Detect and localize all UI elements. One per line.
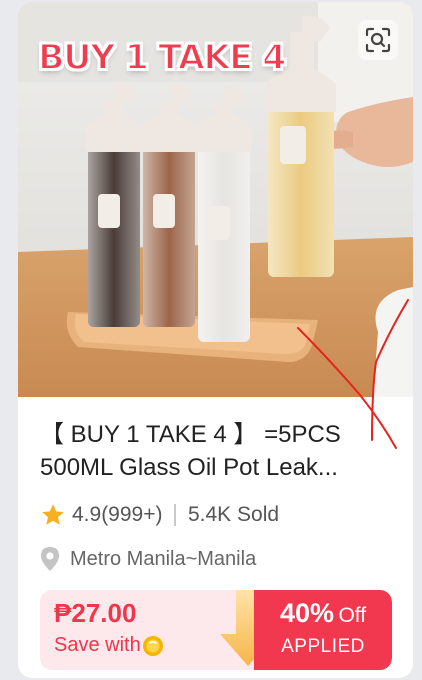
product-title-line-1: 【 BUY 1 TAKE 4 】 =5PCS — [40, 421, 341, 448]
price: ₱27.00 — [54, 598, 137, 628]
rating-divider — [174, 504, 176, 526]
discount-applied-label: APPLIED — [281, 636, 365, 657]
star-icon — [42, 504, 64, 525]
discount-line: 40% Off — [254, 598, 392, 629]
rating-value: 4.9(999+) — [72, 503, 163, 526]
location-row: Metro Manila~Manila — [40, 544, 256, 574]
location-pin-icon — [41, 547, 59, 571]
discount-percent: 40% — [279, 598, 334, 628]
discount-tag: 40% Off APPLIED — [254, 590, 392, 670]
product-image[interactable]: BUY 1 TAKE 4 — [18, 2, 413, 397]
product-card[interactable]: BUY 1 TAKE 4 【 BUY 1 TAKE 4 】 =5PCS 500M… — [18, 2, 413, 678]
product-title-line-2: 500ML Glass Oil Pot Leak... — [40, 454, 338, 481]
discount-off-label: Off — [338, 604, 367, 627]
image-search-button[interactable] — [358, 20, 398, 60]
price-box[interactable]: ₱27.00 Save with 40% Off APPLIED — [40, 590, 392, 670]
product-title[interactable]: 【 BUY 1 TAKE 4 】 =5PCS 500ML Glass Oil P… — [40, 418, 392, 484]
promo-banner-text: BUY 1 TAKE 4 — [37, 37, 287, 79]
rating-row: 4.9(999+) 5.4K Sold — [40, 500, 279, 530]
shop-location: Metro Manila~Manila — [70, 547, 257, 570]
image-search-icon — [365, 27, 391, 53]
coin-icon — [142, 635, 163, 656]
sold-count: 5.4K Sold — [187, 503, 280, 526]
save-with-text: Save with — [54, 634, 141, 656]
save-with-label: Save with — [54, 634, 164, 657]
